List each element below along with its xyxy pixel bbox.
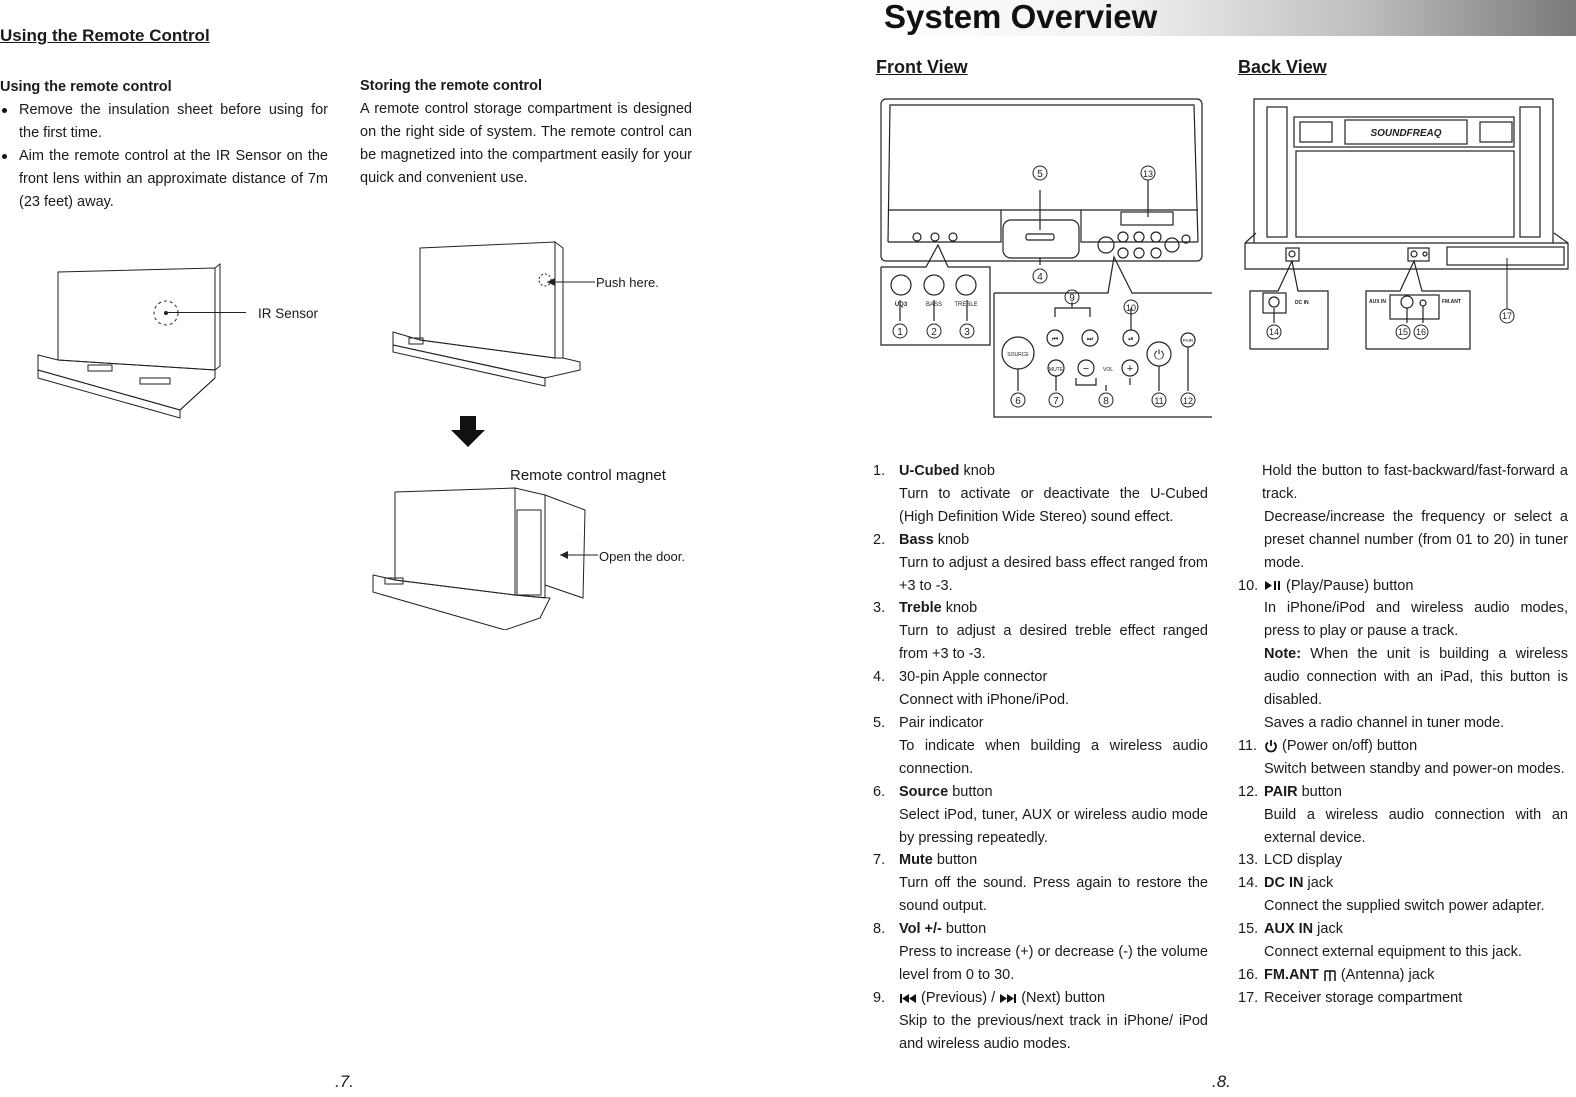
item-9-continuation: Hold the button to fast-backward/fast-fo… bbox=[1262, 463, 1568, 571]
back-view-diagram: SOUNDFREAQ DC IN AUX IN FM.ANT 14 15 16 … bbox=[1244, 98, 1569, 350]
using-heading: Using the remote control bbox=[0, 79, 172, 95]
items-column-1: 1. U-Cubed knob Turn to activate or deacti… bbox=[873, 460, 1208, 1056]
list-item-15: 15. AUX IN jack Connect external equipment… bbox=[1238, 921, 1522, 961]
callout-3: 3 bbox=[964, 327, 970, 338]
svg-text:−: − bbox=[1083, 363, 1089, 375]
page-number-left: .7. bbox=[335, 1072, 354, 1091]
callout-16: 16 bbox=[1416, 327, 1426, 337]
push-here-illustration bbox=[392, 241, 581, 387]
svg-text:⏻: ⏻ bbox=[1154, 347, 1164, 362]
callout-9: 9 bbox=[1069, 293, 1075, 304]
section-title: System Overview bbox=[884, 0, 1158, 35]
storing-heading: Storing the remote control bbox=[360, 78, 543, 94]
front-view-title: Front View bbox=[876, 57, 968, 77]
callout-7: 7 bbox=[1053, 396, 1059, 407]
push-here-label: Push here. bbox=[596, 275, 659, 290]
callout-5: 5 bbox=[1037, 169, 1043, 180]
svg-text:⏭: ⏭ bbox=[1087, 336, 1094, 343]
callout-1: 1 bbox=[897, 327, 903, 338]
back-view-title: Back View bbox=[1238, 57, 1327, 77]
section-banner: System Overview bbox=[876, 0, 1576, 36]
front-view-diagram: 5 13 4 1 2 3 9 10 6 7 8 11 12 UQ3 BASS T… bbox=[880, 98, 1212, 418]
items-column-2: Hold the button to fast-backward/fast-fo… bbox=[1238, 460, 1568, 1010]
list-item-8: 8. Vol +/- button Press to increase (+) or… bbox=[873, 921, 1208, 983]
callout-12: 12 bbox=[1183, 396, 1193, 406]
storing-remote-section: Storing the remote control A remote cont… bbox=[360, 78, 692, 190]
dc-in-label: DC IN bbox=[1295, 300, 1309, 306]
callout-4: 4 bbox=[1037, 272, 1043, 283]
list-item-6: 6. Source button Select iPod, tuner, AUX o… bbox=[873, 783, 1208, 846]
callout-2: 2 bbox=[931, 327, 937, 338]
bullet-item: Aim the remote control at the IR Sensor … bbox=[2, 145, 328, 214]
list-item-2: 2. Bass knob Turn to adjust a desired bass… bbox=[873, 531, 1208, 594]
knob-label-ucubed: UQ3 bbox=[895, 302, 908, 308]
list-item-4: 4. 30-pin Apple connector Connect with iPh… bbox=[873, 669, 1070, 709]
knob-label-bass: BASS bbox=[926, 302, 942, 308]
list-item-9: 9. (Previous) / (Next) button Skip to th… bbox=[873, 989, 1208, 1052]
list-item-11: 11. (Power on/off) button Switch between… bbox=[1238, 737, 1565, 777]
play-pause-icon bbox=[1265, 581, 1280, 591]
door-arrow-icon bbox=[560, 551, 598, 559]
list-item-16: 16. FM.ANT (Antenna) jack bbox=[1238, 966, 1435, 983]
ir-sensor-illustration bbox=[37, 262, 221, 419]
callout-13: 13 bbox=[1143, 169, 1153, 179]
list-item-3: 3. Treble knob Turn to adjust a desired tr… bbox=[873, 600, 1208, 663]
list-item-1: 1. U-Cubed knob Turn to activate or deacti… bbox=[873, 463, 1208, 525]
callout-11: 11 bbox=[1154, 396, 1163, 406]
open-door-label: Open the door. bbox=[599, 549, 686, 564]
list-item-5: 5. Pair indicator To indicate when buildin… bbox=[873, 714, 1208, 777]
left-page-title: Using the Remote Control bbox=[0, 26, 210, 45]
previous-track-icon bbox=[900, 993, 916, 1003]
list-item-17: 17. Receiver storage compartment bbox=[1238, 989, 1463, 1006]
page-number-right: .8. bbox=[1212, 1072, 1231, 1091]
callout-8: 8 bbox=[1103, 396, 1109, 407]
source-button-label: SOURCE bbox=[1007, 352, 1029, 358]
svg-text:⏮: ⏮ bbox=[1052, 336, 1058, 343]
list-item-13: 13. LCD display bbox=[1238, 852, 1343, 869]
vol-label: VOL bbox=[1103, 367, 1113, 373]
fm-ant-label: FM.ANT bbox=[1442, 299, 1461, 305]
push-arrow-icon bbox=[547, 278, 595, 286]
list-item-10: 10. (Play/Pause) button In iPhone/iPod a… bbox=[1238, 577, 1568, 731]
callout-10: 10 bbox=[1126, 303, 1136, 313]
pair-button-label: PAIR bbox=[1183, 338, 1194, 343]
brand-logo: SOUNDFREAQ bbox=[1370, 128, 1441, 139]
down-arrow-icon bbox=[451, 416, 485, 447]
list-item-7: 7. Mute button Turn off the sound. Press a… bbox=[873, 852, 1208, 915]
list-item-14: 14. DC IN jack Connect the supplied switch… bbox=[1238, 875, 1545, 915]
svg-text:⏯: ⏯ bbox=[1128, 336, 1134, 343]
antenna-icon bbox=[1324, 969, 1336, 981]
callout-17: 17 bbox=[1502, 311, 1512, 321]
knob-label-treble: TREBLE bbox=[954, 302, 977, 308]
ir-sensor-label: IR Sensor bbox=[258, 306, 319, 321]
callout-6: 6 bbox=[1015, 396, 1021, 407]
mute-button-label: MUTE bbox=[1049, 367, 1064, 373]
ir-leader-line bbox=[166, 312, 246, 313]
bullet-item: Remove the insulation sheet before using… bbox=[2, 99, 328, 145]
next-track-icon bbox=[1000, 993, 1017, 1003]
using-remote-section: Using the remote control Remove the insu… bbox=[0, 79, 328, 214]
callout-15: 15 bbox=[1398, 327, 1408, 337]
svg-text:+: + bbox=[1127, 363, 1133, 375]
list-item-12: 12. PAIR button Build a wireless audio con… bbox=[1238, 783, 1568, 846]
callout-14: 14 bbox=[1269, 327, 1279, 337]
storing-text: A remote control storage compartment is … bbox=[360, 101, 692, 186]
aux-in-label: AUX IN bbox=[1369, 299, 1386, 305]
power-icon bbox=[1265, 740, 1277, 753]
